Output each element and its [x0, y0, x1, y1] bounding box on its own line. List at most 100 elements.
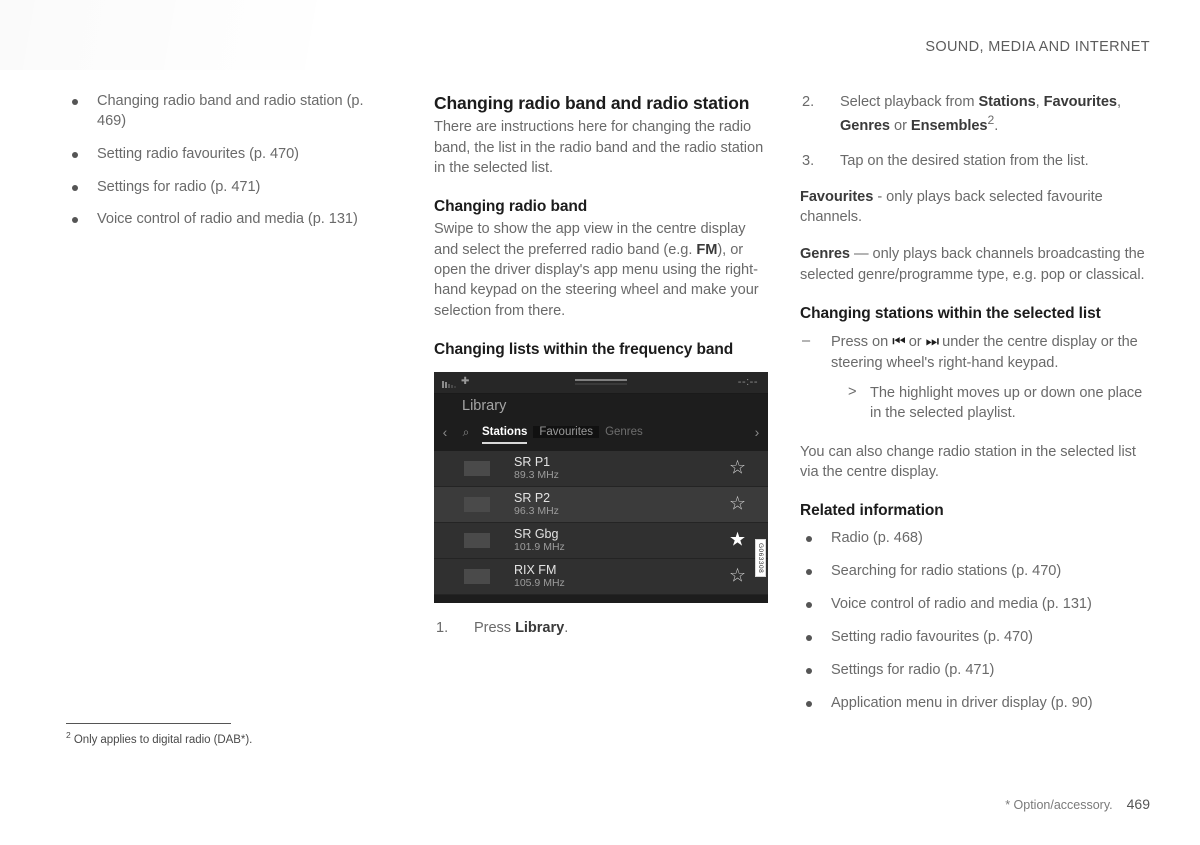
figure-id-code: G063308: [755, 538, 766, 577]
list-item[interactable]: Changing radio band and radio station (p…: [66, 92, 396, 132]
right-column: 2. Select playback from Stations, Favouri…: [800, 92, 1150, 726]
table-row[interactable]: RIX FM 105.9 MHz ☆: [434, 558, 768, 595]
bold-term-favourites: Favourites: [800, 188, 874, 205]
dash-bullet: –: [802, 332, 811, 349]
tab-genres[interactable]: Genres: [599, 426, 649, 438]
station-logo: [464, 460, 490, 476]
related-information-list: Radio (p. 468) Searching for radio stati…: [800, 529, 1150, 713]
result-marker: >: [848, 384, 857, 401]
favourite-star-icon[interactable]: ☆: [729, 567, 746, 586]
display-status-bar: ✚ --:--: [434, 371, 768, 394]
step-number: 3.: [802, 153, 815, 170]
middle-column: Changing radio band and radio station Th…: [434, 92, 768, 653]
list-item[interactable]: Setting radio favourites (p. 470): [800, 628, 1150, 648]
table-row[interactable]: SR P2 96.3 MHz ☆: [434, 486, 768, 523]
scan-artifact: [0, 0, 340, 70]
bold-term-genres: Genres: [840, 118, 890, 135]
procedure-steps: 2. Select playback from Stations, Favouri…: [800, 92, 1150, 172]
genres-description: Genres — only plays back channels broadc…: [800, 244, 1150, 285]
press-instruction-list: – Press on ⏮ or ⏭ under the centre displa…: [800, 332, 1150, 424]
list-item[interactable]: Setting radio favourites (p. 470): [66, 145, 396, 165]
figure-caption-steps: 1. Press Library.: [434, 618, 768, 638]
result-list: > The highlight moves up or down one plac…: [831, 383, 1150, 424]
list-item[interactable]: Voice control of radio and media (p. 131…: [800, 595, 1150, 615]
section-intro: There are instructions here for changing…: [434, 119, 764, 176]
closing-paragraph: You can also change radio station in the…: [800, 443, 1136, 480]
list-item[interactable]: Settings for radio (p. 471): [800, 661, 1150, 681]
footnote: 2 Only applies to digital radio (DAB*).: [66, 723, 466, 746]
text-part: The highlight moves up or down one place…: [870, 385, 1143, 422]
page-number: 469: [1126, 796, 1150, 812]
figure-centre-display: ✚ --:-- Library ‹ ⌕ Stations Favourites …: [434, 371, 768, 638]
tab-favourites[interactable]: Favourites: [533, 426, 600, 439]
text-part: ,: [1035, 94, 1044, 110]
list-item: – Press on ⏮ or ⏭ under the centre displa…: [800, 332, 1150, 424]
station-list: SR P1 89.3 MHz ☆ SR P2 96.3 MHz ☆ SR Gbg…: [434, 450, 768, 595]
list-item[interactable]: Settings for radio (p. 471): [66, 178, 396, 198]
subsection-heading-changing-stations: Changing stations within the selected li…: [800, 304, 1101, 322]
left-column: Changing radio band and radio station (p…: [66, 92, 396, 243]
footnote-divider: [66, 723, 231, 725]
favourites-description: Favourites - only plays back selected fa…: [800, 187, 1150, 228]
station-meta: RIX FM 105.9 MHz: [514, 563, 565, 591]
subsection-heading-radio-band: Changing radio band: [434, 198, 588, 216]
manual-page: SOUND, MEDIA AND INTERNET Changing radio…: [0, 0, 1200, 845]
skip-previous-icon: ⏮: [892, 332, 905, 350]
station-frequency: 96.3 MHz: [514, 505, 559, 518]
search-icon[interactable]: ⌕: [456, 425, 476, 440]
list-item[interactable]: Application menu in driver display (p. 9…: [800, 694, 1150, 714]
radio-band-paragraph: Swipe to show the app view in the centre…: [434, 219, 768, 320]
list-item: > The highlight moves up or down one plac…: [848, 383, 1150, 424]
station-name: RIX FM: [514, 562, 557, 577]
favourite-star-icon[interactable]: ☆: [729, 495, 746, 514]
favourite-star-icon[interactable]: ☆: [729, 459, 746, 478]
list-item[interactable]: Radio (p. 468): [800, 529, 1150, 549]
station-logo: [464, 568, 490, 584]
station-name: SR P1: [514, 454, 551, 469]
signal-bars-icon: [442, 380, 456, 388]
text-part: Select playback from: [840, 94, 979, 110]
page-footer: * Option/accessory. 469: [1005, 796, 1150, 812]
text-part: Tap on the desired station from the list…: [840, 153, 1089, 170]
text-part: or: [890, 118, 911, 135]
bold-term-ensembles: Ensembles: [910, 118, 988, 135]
list-item: 1. Press Library.: [434, 618, 768, 638]
step-number: 1.: [436, 619, 449, 636]
bold-term-library: Library: [515, 619, 565, 636]
display-tab-bar: ‹ ⌕ Stations Favourites Genres ›: [434, 420, 768, 445]
subsection-heading-lists: Changing lists within the frequency band: [434, 340, 734, 358]
clock-label: --:--: [737, 375, 758, 388]
station-meta: SR P1 89.3 MHz: [514, 455, 559, 483]
related-information-heading: Related information: [800, 502, 944, 520]
skip-next-icon: ⏭: [925, 332, 939, 350]
text-part: Press: [474, 619, 516, 636]
tab-stations[interactable]: Stations: [476, 426, 533, 445]
bold-term-genres: Genres: [800, 246, 850, 263]
text-part: .: [564, 619, 569, 636]
list-item[interactable]: Searching for radio stations (p. 470): [800, 562, 1150, 582]
station-frequency: 89.3 MHz: [514, 469, 559, 482]
section-heading: Changing radio band and radio station: [434, 93, 750, 113]
text-part: Only applies to digital radio (DAB*).: [73, 734, 253, 746]
drag-handle[interactable]: [575, 378, 627, 381]
footnote-text: 2 Only applies to digital radio (DAB*).: [66, 730, 466, 746]
chevron-left-icon[interactable]: ‹: [434, 424, 456, 440]
option-accessory-note: * Option/accessory.: [1005, 798, 1113, 812]
step-number: 2.: [802, 94, 815, 110]
station-frequency: 105.9 MHz: [514, 577, 565, 590]
list-item: 3. Tap on the desired station from the li…: [800, 151, 1150, 171]
text-part: — only plays back channels broadcasting …: [800, 246, 1145, 283]
station-name: SR Gbg: [514, 526, 559, 541]
bold-term-stations: Stations: [978, 94, 1036, 110]
favourite-star-icon[interactable]: ★: [729, 531, 746, 550]
station-logo: [464, 496, 490, 512]
table-row[interactable]: SR P1 89.3 MHz ☆: [434, 450, 768, 487]
display-title: Library: [462, 397, 507, 414]
footnote-marker: 2: [66, 730, 71, 741]
bold-term-fm: FM: [696, 241, 718, 258]
text-part: or: [904, 333, 926, 350]
table-row[interactable]: SR Gbg 101.9 MHz ★: [434, 522, 768, 559]
list-item[interactable]: Voice control of radio and media (p. 131…: [66, 210, 396, 230]
bluetooth-icon: ✚: [461, 375, 470, 387]
chevron-right-icon[interactable]: ›: [746, 424, 768, 440]
